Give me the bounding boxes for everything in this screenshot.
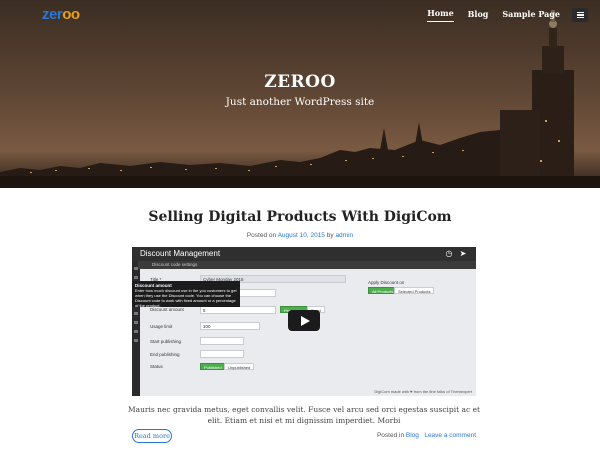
post-meta-by: by xyxy=(326,232,334,239)
clock-icon[interactable]: ◷ xyxy=(444,249,454,259)
hamburger-icon xyxy=(576,11,584,13)
sidebar-icon xyxy=(134,312,138,315)
main-navigation: Home Blog Sample Page xyxy=(413,8,588,22)
sidebar-icon xyxy=(134,276,138,279)
post-meta-prefix: Posted on xyxy=(246,232,277,239)
video-status-label: Status xyxy=(150,364,163,369)
video-usage-label: Usage limit xyxy=(150,324,173,329)
category-link[interactable]: Blog xyxy=(406,432,419,439)
logo-text-blue: zer xyxy=(42,6,63,23)
site-logo[interactable]: zeroo xyxy=(42,6,80,23)
leave-comment-link[interactable]: Leave a comment xyxy=(424,432,476,439)
site-title[interactable]: ZEROO xyxy=(0,72,600,92)
video-unpublished-button: Unpublished xyxy=(224,363,255,370)
post-author-link[interactable]: admin xyxy=(335,232,353,239)
play-icon xyxy=(300,315,310,326)
video-start-field xyxy=(200,337,244,345)
sidebar-icon xyxy=(134,321,138,324)
video-tooltip: Discount amount Enter how much discount … xyxy=(132,281,240,308)
hero-banner: zeroo Home Blog Sample Page ZEROO Just a… xyxy=(0,0,600,188)
nav-item-sample-page[interactable]: Sample Page xyxy=(502,9,560,22)
video-footer: DigiCom made with ♥ from the fine folks … xyxy=(374,389,472,394)
city-skyline-image xyxy=(0,0,600,188)
post-meta: Posted on August 10, 2015 by admin xyxy=(0,232,600,239)
video-end-field xyxy=(200,350,244,358)
posted-in-label: Posted in xyxy=(376,432,405,439)
site-tagline: Just another WordPress site xyxy=(225,96,375,108)
post-footer: Posted in Blog Leave a comment xyxy=(377,432,476,439)
video-end-label: End publishing xyxy=(150,352,180,357)
post-excerpt: Mauris nec gravida metus, eget convallis… xyxy=(127,405,481,425)
play-button[interactable] xyxy=(288,310,320,331)
video-subheader: Discount code settings xyxy=(138,261,476,269)
logo-text-orange: oo xyxy=(62,6,80,23)
video-apply-label: Apply Discount on xyxy=(368,280,405,285)
video-start-label: Start publishing xyxy=(150,339,182,344)
video-selected-products-button: Selected Products xyxy=(394,287,435,294)
video-usage-field: 100 xyxy=(200,322,260,330)
sidebar-icon xyxy=(134,330,138,333)
video-all-products-button: All Products xyxy=(368,287,398,294)
post-title[interactable]: Selling Digital Products With DigiCom xyxy=(0,209,600,225)
video-discount-field: 5 xyxy=(200,306,276,314)
post-date-link[interactable]: August 10, 2015 xyxy=(278,232,325,239)
video-title[interactable]: Discount Management xyxy=(140,249,220,258)
hamburger-icon-line xyxy=(576,17,584,19)
video-tooltip-text: Enter how much discount use in the you c… xyxy=(135,288,237,308)
share-icon[interactable]: ➤ xyxy=(458,249,468,259)
hamburger-menu-button[interactable] xyxy=(572,8,588,22)
sidebar-icon xyxy=(134,339,138,342)
read-more-button[interactable]: Read more xyxy=(132,429,172,443)
video-subheader-text: Discount code settings xyxy=(152,262,198,267)
nav-item-blog[interactable]: Blog xyxy=(468,9,489,22)
nav-item-home[interactable]: Home xyxy=(427,8,454,22)
hamburger-icon-line xyxy=(576,14,584,16)
video-embed[interactable]: Discount code settings Discount Manageme… xyxy=(132,247,476,396)
video-published-button: Published xyxy=(200,363,226,370)
